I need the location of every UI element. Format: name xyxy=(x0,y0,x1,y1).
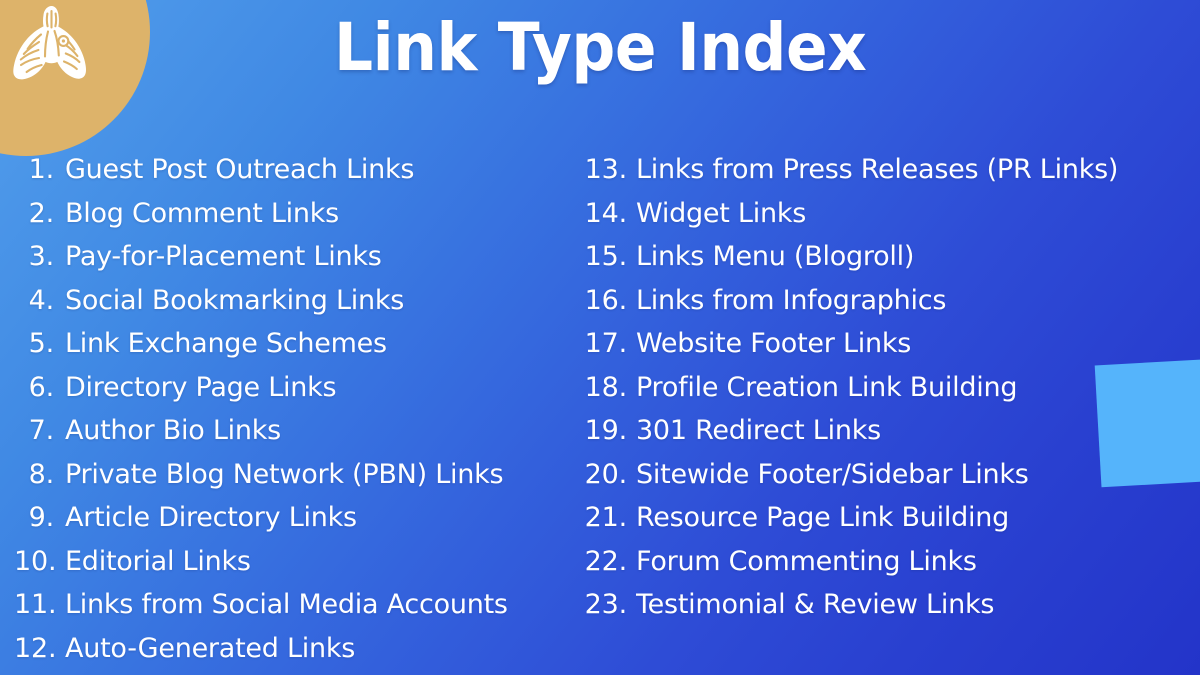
page-title-text: Link Type Index xyxy=(333,9,867,86)
list-item-number: 13. xyxy=(584,154,628,185)
list-item-label: Pay-for-Placement Links xyxy=(65,241,382,272)
list-item: 14. Widget Links xyxy=(578,192,1200,236)
list-item-number: 18. xyxy=(584,371,628,403)
link-type-list-left: 1. Guest Post Outreach Links 2. Blog Commen… xyxy=(14,148,570,670)
list-item-label: Testimonial & Review Links xyxy=(636,589,995,620)
list-item-number: 7. xyxy=(28,415,55,446)
list-item-label: Widget Links xyxy=(636,197,807,229)
list-item-label: Links from Press Releases (PR Links) xyxy=(636,154,1119,185)
list-item-label: Article Directory Links xyxy=(65,502,357,533)
list-item: 15. Links Menu (Blogroll) xyxy=(578,235,1200,279)
list-item-number: 19. xyxy=(584,415,628,446)
list-item-number: 16. xyxy=(584,284,628,316)
list-item: 8. Private Blog Network (PBN) Links xyxy=(14,453,570,497)
list-item: 7. Author Bio Links xyxy=(14,409,570,453)
list-item-label: Social Bookmarking Links xyxy=(65,284,405,316)
list-item: 23. Testimonial & Review Links xyxy=(578,583,1200,627)
list-item-label: Links from Social Media Accounts xyxy=(65,589,508,620)
list-item-label: Profile Creation Link Building xyxy=(636,371,1018,403)
list-item: 19. 301 Redirect Links xyxy=(578,409,1200,453)
page-title: Link Type Index xyxy=(0,9,1200,86)
list-item-number: 20. xyxy=(584,458,628,490)
list-item-number: 11. xyxy=(14,589,57,620)
list-item-number: 10. xyxy=(14,545,57,577)
list-item: 1. Guest Post Outreach Links xyxy=(14,148,570,192)
list-item-number: 6. xyxy=(28,371,55,403)
list-item: 2. Blog Comment Links xyxy=(14,192,570,236)
list-item: 6. Directory Page Links xyxy=(14,366,570,410)
list-item-label: Private Blog Network (PBN) Links xyxy=(65,458,504,490)
list-item: 20. Sitewide Footer/Sidebar Links xyxy=(578,453,1200,497)
list-item-label: Auto-Generated Links xyxy=(65,632,356,664)
list-item-label: Forum Commenting Links xyxy=(636,545,977,577)
list-item-label: Website Footer Links xyxy=(636,328,912,359)
list-item-number: 1. xyxy=(28,154,55,185)
list-item-label: Links from Infographics xyxy=(636,284,947,316)
link-type-list-right: 13. Links from Press Releases (PR Links) 1… xyxy=(578,148,1200,627)
list-item-label: Editorial Links xyxy=(65,545,251,577)
list-item: 4. Social Bookmarking Links xyxy=(14,279,570,323)
list-item-label: Directory Page Links xyxy=(65,371,337,403)
list-item-number: 3. xyxy=(28,241,55,272)
list-item-number: 5. xyxy=(28,328,55,359)
list-item-number: 4. xyxy=(28,284,55,316)
list-item: 21. Resource Page Link Building xyxy=(578,496,1200,540)
list-item-number: 12. xyxy=(14,632,57,664)
list-item-label: Author Bio Links xyxy=(65,415,281,446)
list-item: 16. Links from Infographics xyxy=(578,279,1200,323)
list-item: 13. Links from Press Releases (PR Links) xyxy=(578,148,1200,192)
list-item-number: 14. xyxy=(584,197,628,229)
list-item-label: Blog Comment Links xyxy=(65,197,339,229)
right-column: 13. Links from Press Releases (PR Links) 1… xyxy=(570,148,1200,670)
list-item: 5. Link Exchange Schemes xyxy=(14,322,570,366)
list-item: 22. Forum Commenting Links xyxy=(578,540,1200,584)
link-type-columns: 1. Guest Post Outreach Links 2. Blog Commen… xyxy=(0,148,1200,670)
list-item-number: 23. xyxy=(584,589,628,620)
list-item-number: 2. xyxy=(28,197,55,229)
list-item: 12. Auto-Generated Links xyxy=(14,627,570,671)
left-column: 1. Guest Post Outreach Links 2. Blog Commen… xyxy=(0,148,570,670)
list-item-label: Link Exchange Schemes xyxy=(65,328,387,359)
list-item: 10. Editorial Links xyxy=(14,540,570,584)
list-item-number: 22. xyxy=(584,545,628,577)
list-item-label: 301 Redirect Links xyxy=(636,415,881,446)
list-item: 18. Profile Creation Link Building xyxy=(578,366,1200,410)
list-item-label: Guest Post Outreach Links xyxy=(65,154,415,185)
list-item: 11. Links from Social Media Accounts xyxy=(14,583,570,627)
list-item-number: 9. xyxy=(28,502,55,533)
list-item-number: 21. xyxy=(584,502,628,533)
list-item-number: 15. xyxy=(584,241,628,272)
list-item-number: 17. xyxy=(584,328,628,359)
slide-canvas: Link Type Index 1. Guest Post Outreach Li… xyxy=(0,0,1200,675)
list-item: 9. Article Directory Links xyxy=(14,496,570,540)
list-item-label: Links Menu (Blogroll) xyxy=(636,241,915,272)
list-item-label: Sitewide Footer/Sidebar Links xyxy=(636,458,1029,490)
list-item-label: Resource Page Link Building xyxy=(636,502,1010,533)
list-item: 3. Pay-for-Placement Links xyxy=(14,235,570,279)
list-item: 17. Website Footer Links xyxy=(578,322,1200,366)
list-item-number: 8. xyxy=(28,458,55,490)
